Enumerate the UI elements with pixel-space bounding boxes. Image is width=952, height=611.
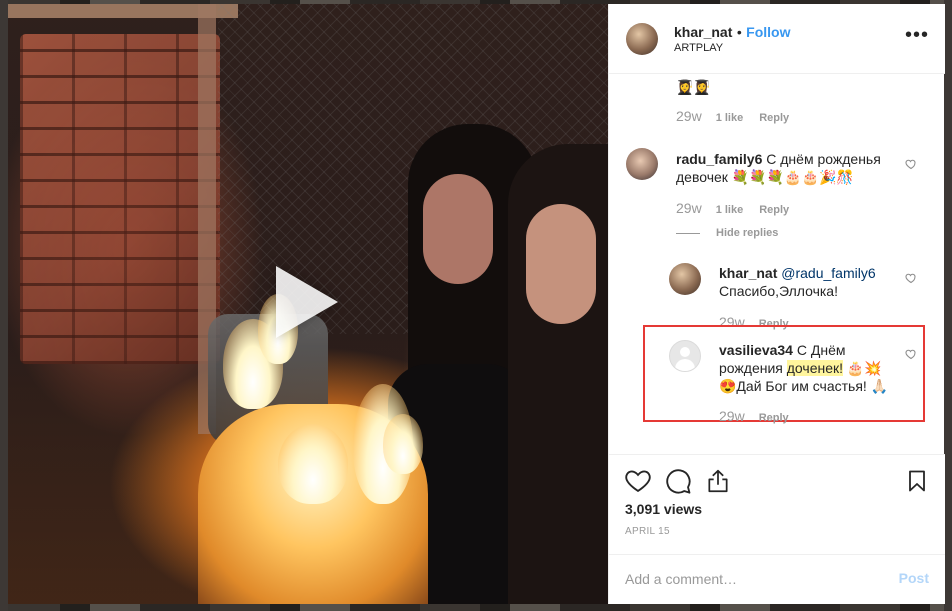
post-header: khar_nat • Follow ARTPLAY ••• — [609, 4, 945, 74]
post-date: APRIL 15 — [625, 526, 670, 537]
comment-composer: Post — [609, 554, 945, 605]
comment-body: radu_family6 С днём рожденья девочек 💐💐💐… — [676, 150, 891, 186]
comment-username[interactable]: radu_family6 — [676, 151, 762, 167]
post-location[interactable]: ARTPLAY — [674, 42, 723, 54]
reply-meta: 29w Reply — [719, 408, 789, 424]
follow-button[interactable]: Follow — [746, 24, 790, 40]
comment-meta: 29w 1 like Reply — [676, 108, 789, 124]
reply-button[interactable]: Reply — [759, 412, 789, 424]
reply-like-heart-icon[interactable] — [905, 348, 917, 360]
reply-username[interactable]: khar_nat — [719, 265, 777, 281]
comment-bubble-icon[interactable] — [664, 467, 692, 495]
post-comment-button[interactable]: Post — [899, 570, 929, 586]
reply-username[interactable]: vasilieva34 — [719, 342, 793, 358]
comment-likes[interactable]: 1 like — [716, 112, 744, 124]
background-right-edge — [944, 0, 952, 611]
reply-button[interactable]: Reply — [759, 112, 789, 124]
comments-list[interactable]: 👩‍🎓👩‍🎓 29w 1 like Reply radu_family6 С днё… — [609, 74, 945, 454]
comment-input[interactable] — [625, 569, 885, 589]
reply-button[interactable]: Reply — [759, 204, 789, 216]
hide-replies-button[interactable]: Hide replies — [716, 227, 778, 239]
play-icon[interactable] — [276, 266, 338, 338]
reply-age[interactable]: 29w — [719, 408, 745, 424]
bookmark-icon[interactable] — [905, 467, 929, 495]
header-title-row: khar_nat • Follow — [674, 24, 791, 42]
heart-icon[interactable] — [624, 467, 652, 495]
avatar[interactable] — [626, 148, 658, 180]
reply-text-highlight: доченек! — [786, 360, 844, 376]
hide-replies-line — [676, 233, 700, 234]
post-side-panel: khar_nat • Follow ARTPLAY ••• 👩‍🎓👩‍🎓 29w… — [608, 4, 945, 604]
comment-meta: 29w 1 like Reply — [676, 200, 789, 216]
background-left-edge — [0, 0, 8, 611]
author-username[interactable]: khar_nat — [674, 24, 732, 40]
view-count[interactable]: 3,091 views — [625, 501, 702, 517]
video-brick-wall — [20, 34, 220, 364]
candle-flame — [278, 424, 348, 504]
comment-age[interactable]: 29w — [676, 200, 702, 216]
share-icon[interactable] — [705, 467, 731, 495]
reply-body: khar_nat @radu_family6 Спасибо,Эллочка! — [719, 264, 899, 300]
reply-like-heart-icon[interactable] — [905, 272, 917, 284]
comment-like-heart-icon[interactable] — [905, 158, 917, 170]
video-person-left-face — [423, 174, 493, 284]
comment-likes[interactable]: 1 like — [716, 204, 744, 216]
more-options-icon[interactable]: ••• — [905, 25, 929, 45]
candle-flame — [383, 414, 423, 474]
avatar[interactable] — [669, 263, 701, 295]
reply-mention-link[interactable]: @radu_family6 — [781, 265, 875, 281]
post-actions: 3,091 views APRIL 15 Post — [609, 454, 945, 604]
avatar[interactable] — [626, 23, 658, 55]
video-person-right-face — [526, 204, 596, 324]
header-separator: • — [736, 24, 742, 40]
comment-age[interactable]: 29w — [676, 108, 702, 124]
reply-text: Спасибо,Эллочка! — [719, 283, 838, 299]
reply-body: vasilieva34 С Днём рождения доченек! 🎂💥😍… — [719, 341, 899, 395]
comment-emoji: 👩‍🎓👩‍🎓 — [676, 79, 711, 95]
post-video[interactable] — [8, 4, 608, 604]
avatar[interactable] — [669, 340, 701, 372]
background-thumbnails-bottom — [0, 604, 952, 611]
